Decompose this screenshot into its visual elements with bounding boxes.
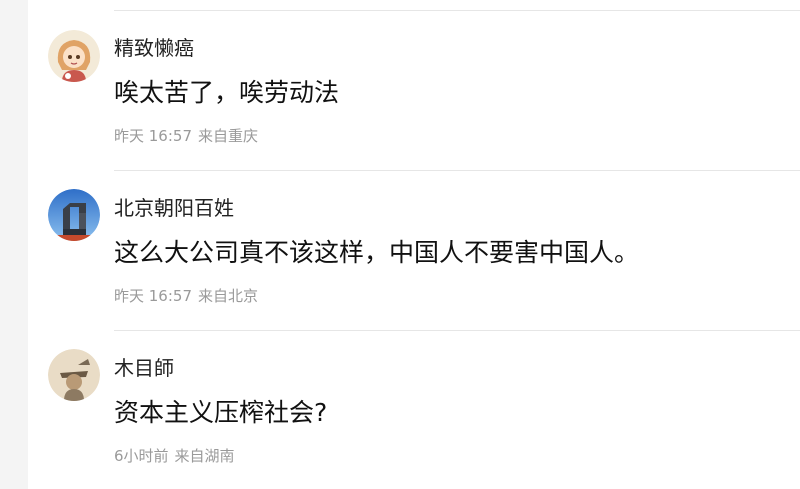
comment-location: 来自重庆 bbox=[198, 127, 259, 145]
comment-text: 唉太苦了，唉劳动法 bbox=[114, 78, 340, 107]
comment-divider bbox=[114, 170, 800, 171]
cctv-building-avatar-icon bbox=[48, 189, 100, 241]
comment-meta: 6小时前 来自湖南 bbox=[114, 446, 241, 466]
user-avatar[interactable] bbox=[48, 30, 100, 82]
username[interactable]: 木目師 bbox=[114, 356, 174, 380]
anime-girl-avatar-icon bbox=[48, 30, 100, 82]
comments-panel: 精致懒癌 唉太苦了，唉劳动法 昨天 16:57 来自重庆 北京朝阳百姓 这么大公… bbox=[28, 0, 800, 489]
username[interactable]: 精致懒癌 bbox=[114, 36, 194, 60]
sketch-figure-avatar-icon bbox=[48, 349, 100, 401]
comment-location: 来自湖南 bbox=[174, 447, 235, 465]
comment-text: 资本主义压榨社会? bbox=[114, 398, 328, 427]
top-divider bbox=[114, 10, 800, 11]
user-avatar[interactable] bbox=[48, 189, 100, 241]
comment-divider bbox=[114, 330, 800, 331]
comment-time: 6小时前 bbox=[114, 447, 169, 465]
comment-meta: 昨天 16:57 来自北京 bbox=[114, 286, 264, 306]
username[interactable]: 北京朝阳百姓 bbox=[114, 196, 234, 220]
comment-meta: 昨天 16:57 来自重庆 bbox=[114, 126, 264, 146]
user-avatar[interactable] bbox=[48, 349, 100, 401]
comment-text: 这么大公司真不该这样，中国人不要害中国人。 bbox=[114, 238, 640, 267]
comment-time: 昨天 16:57 bbox=[114, 287, 192, 305]
comment-time: 昨天 16:57 bbox=[114, 127, 192, 145]
comment-location: 来自北京 bbox=[198, 287, 259, 305]
